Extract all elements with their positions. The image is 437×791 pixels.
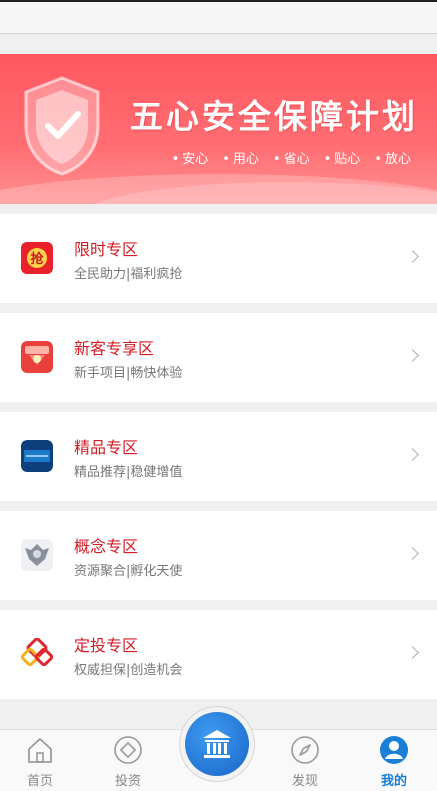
qiang-glyph: 抢	[30, 251, 44, 267]
tab-mine[interactable]: 我的	[354, 730, 434, 791]
section-desc: 权威担保|创造机会	[74, 663, 183, 678]
section-name: 定投专区	[74, 636, 139, 655]
section-item-newcomer[interactable]: 新客专享区 新手项目|畅快体验	[0, 313, 437, 402]
diamond-icon	[114, 736, 142, 764]
tab-home[interactable]: 首页	[0, 730, 80, 791]
tab-discover[interactable]: 发现	[265, 730, 345, 791]
status-bar	[0, 0, 437, 34]
section-desc: 新手项目|畅快体验	[74, 366, 183, 381]
home-icon	[28, 738, 52, 763]
user-icon	[380, 736, 408, 764]
tab-label: 我的	[380, 774, 407, 789]
red-envelope-icon	[21, 341, 53, 373]
banner-tag: 贴心	[324, 148, 360, 167]
center-bank-button[interactable]	[185, 712, 249, 776]
banner-title: 五心安全保障计划	[130, 97, 418, 136]
section-item-concept[interactable]: 概念专区 资源聚合|孵化天使	[0, 511, 437, 600]
chevron-right-icon	[406, 448, 419, 461]
banner-tag: 安心	[172, 148, 208, 167]
chevron-right-icon	[406, 646, 419, 659]
shield-check-icon	[24, 76, 100, 176]
blue-card-icon	[21, 440, 53, 472]
section-desc: 全民助力|福利疯抢	[74, 267, 183, 282]
section-item-limited[interactable]: 抢 限时专区 全民助力|福利疯抢	[0, 214, 437, 303]
tab-label: 投资	[114, 774, 141, 789]
interlock-logo-icon	[21, 638, 53, 670]
section-desc: 资源聚合|孵化天使	[74, 564, 183, 579]
safety-banner[interactable]: 五心安全保障计划 安心 用心 省心 贴心 放心	[0, 54, 437, 204]
chevron-right-icon	[406, 349, 419, 362]
tab-invest[interactable]: 投资	[88, 730, 168, 791]
silver-emblem-icon	[21, 539, 53, 571]
compass-icon	[291, 736, 319, 764]
bank-icon	[203, 730, 231, 758]
banner-tag: 放心	[374, 148, 411, 167]
banner-tag: 省心	[273, 148, 310, 167]
section-list: 抢 限时专区 全民助力|福利疯抢 新客专享区 新手项目|畅快体验 精品专区 精品…	[0, 214, 437, 709]
qiang-badge-icon: 抢	[21, 242, 53, 274]
section-name: 概念专区	[74, 537, 139, 556]
banner-tags: 安心 用心 省心 贴心 放心	[172, 148, 411, 167]
tab-label: 首页	[26, 774, 53, 789]
section-desc: 精品推荐|稳健增值	[74, 465, 183, 480]
section-name: 精品专区	[74, 438, 139, 457]
section-name: 限时专区	[74, 240, 139, 259]
tab-label: 发现	[291, 774, 318, 789]
banner-tag: 用心	[222, 148, 259, 167]
section-item-fixed[interactable]: 定投专区 权威担保|创造机会	[0, 610, 437, 699]
section-item-premium[interactable]: 精品专区 精品推荐|稳健增值	[0, 412, 437, 501]
chevron-right-icon	[406, 250, 419, 263]
chevron-right-icon	[406, 547, 419, 560]
section-name: 新客专享区	[74, 339, 155, 358]
